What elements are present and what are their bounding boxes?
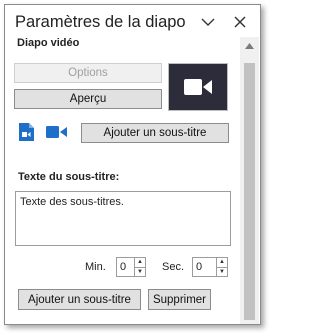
min-value[interactable]: 0 bbox=[117, 261, 134, 273]
close-icon[interactable] bbox=[231, 13, 249, 31]
preview-button[interactable]: Aperçu bbox=[14, 89, 162, 109]
sec-stepper[interactable]: 0 ▲ ▼ bbox=[192, 257, 228, 277]
sec-value[interactable]: 0 bbox=[193, 261, 216, 273]
video-camera-icon[interactable] bbox=[46, 125, 67, 139]
scroll-thumb[interactable] bbox=[244, 63, 255, 320]
sec-up-icon[interactable]: ▲ bbox=[217, 258, 227, 268]
min-label: Min. bbox=[85, 261, 106, 273]
video-thumbnail[interactable] bbox=[168, 63, 228, 111]
pane-content: Diapo vidéo Options Aperçu Ajouter un so… bbox=[5, 37, 239, 324]
slide-settings-pane: Paramètres de la diapo Diapo vidéo Optio… bbox=[4, 4, 261, 325]
subtitle-text-label: Texte du sous-titre: bbox=[18, 171, 120, 183]
sec-down-icon[interactable]: ▼ bbox=[217, 268, 227, 277]
video-file-icon[interactable] bbox=[18, 123, 34, 141]
pane-title: Paramètres de la diapo bbox=[15, 13, 186, 31]
section-label-video: Diapo vidéo bbox=[17, 37, 80, 49]
min-up-icon[interactable]: ▲ bbox=[135, 258, 145, 268]
add-subtitle-button[interactable]: Ajouter un sous-titre bbox=[18, 289, 141, 310]
subtitle-textarea[interactable]: Texte des sous-titres. bbox=[15, 191, 231, 246]
options-button[interactable]: Options bbox=[14, 63, 162, 83]
delete-subtitle-button[interactable]: Supprimer bbox=[148, 289, 211, 310]
sec-label: Sec. bbox=[162, 261, 185, 273]
add-subtitle-button-top[interactable]: Ajouter un sous-titre bbox=[81, 123, 229, 143]
min-down-icon[interactable]: ▼ bbox=[135, 268, 145, 277]
video-camera-icon bbox=[184, 79, 212, 95]
scroll-up-icon[interactable] bbox=[240, 37, 259, 55]
vertical-scrollbar[interactable] bbox=[240, 37, 259, 324]
min-stepper[interactable]: 0 ▲ ▼ bbox=[116, 257, 146, 277]
chevron-down-icon[interactable] bbox=[199, 13, 217, 31]
